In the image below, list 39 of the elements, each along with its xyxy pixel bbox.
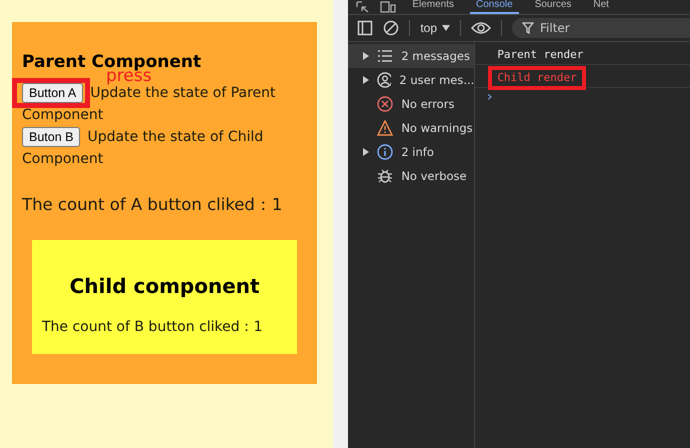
sidebar-item[interactable]: No verbose xyxy=(348,164,474,188)
user-icon xyxy=(377,72,392,88)
inspect-icon[interactable] xyxy=(356,1,370,13)
device-icon[interactable] xyxy=(380,1,396,13)
sidebar-item[interactable]: No warnings xyxy=(348,116,474,140)
expand-arrow-icon[interactable] xyxy=(363,52,370,60)
info-icon xyxy=(377,144,394,160)
error-icon xyxy=(377,96,394,112)
sidebar-item[interactable]: No errors xyxy=(348,92,474,116)
sidebar-item[interactable]: 2 user mes... xyxy=(348,68,474,92)
devtools-tab[interactable]: Elements xyxy=(406,0,460,14)
action-button[interactable]: Button A xyxy=(22,83,84,104)
count-text: The count of B button cliked：1 xyxy=(42,318,264,336)
sidebar-toggle-icon[interactable] xyxy=(357,20,374,36)
devtools-tab[interactable]: Net xyxy=(587,0,615,14)
action-description: Update the state of Parent xyxy=(90,85,276,101)
sidebar-item[interactable]: 2 messages xyxy=(348,44,474,68)
child-title: Child component xyxy=(68,274,261,298)
action-description: Component xyxy=(22,151,104,167)
warning-icon xyxy=(377,120,394,136)
expand-arrow-icon[interactable] xyxy=(363,148,370,156)
devtools-tab[interactable]: Sources xyxy=(528,0,578,14)
action-description: Component xyxy=(22,107,104,123)
list-icon xyxy=(377,48,394,64)
eye-icon[interactable] xyxy=(471,21,491,35)
clear-icon[interactable] xyxy=(383,20,400,36)
count-text: The count of A button cliked：1 xyxy=(22,194,284,216)
caret-icon xyxy=(442,25,450,31)
action-button[interactable]: Buton B xyxy=(22,127,80,148)
console-message: Parent render xyxy=(496,47,584,63)
context-dropdown[interactable]: top xyxy=(420,21,450,35)
action-description: Update the state of Child xyxy=(87,129,264,145)
expand-arrow-icon[interactable] xyxy=(363,76,370,84)
console-message: Child render xyxy=(488,66,586,90)
bug-icon xyxy=(377,168,394,184)
devtools-tab[interactable]: Console xyxy=(470,0,519,14)
sidebar-item[interactable]: 2 info xyxy=(348,140,474,164)
console-prompt[interactable]: › xyxy=(475,88,494,106)
filter-field[interactable]: Filter xyxy=(512,18,690,38)
